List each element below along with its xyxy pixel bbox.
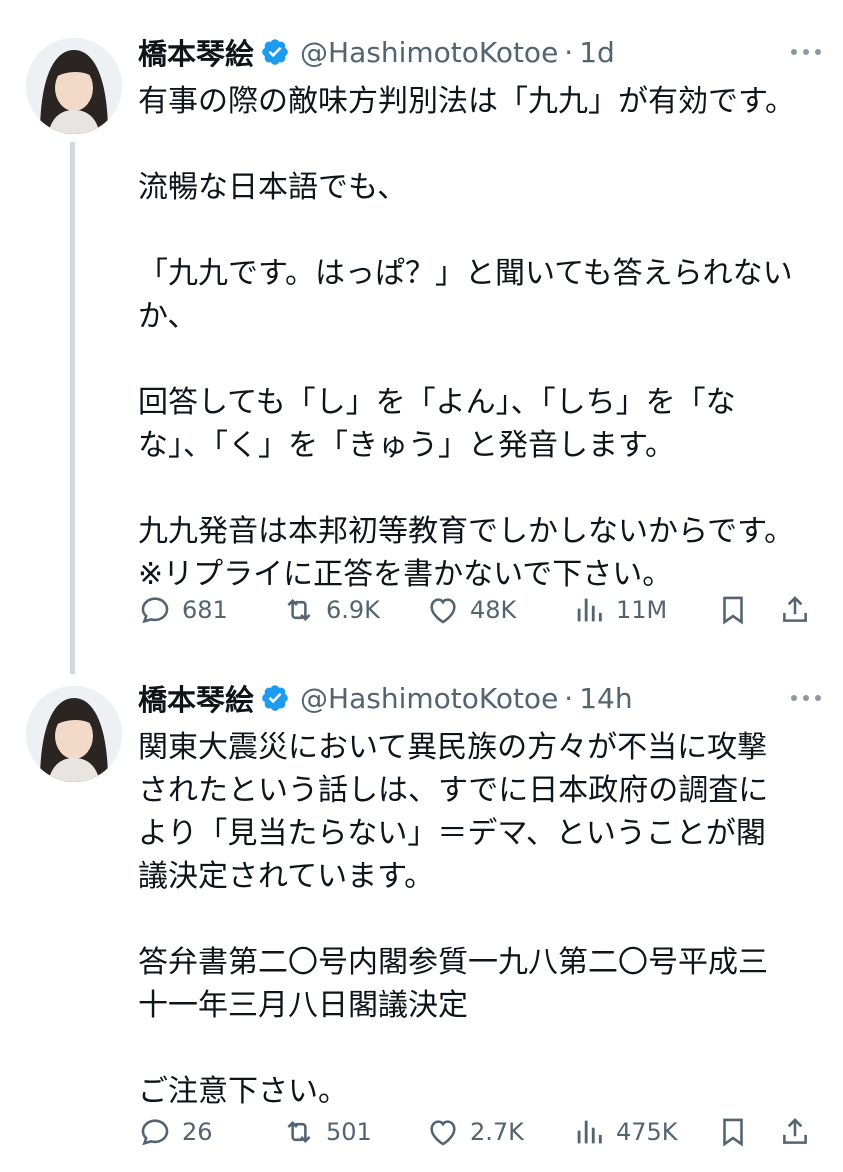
view-count: 475K <box>616 1118 678 1146</box>
reply-count: 26 <box>182 1118 213 1146</box>
action-bar: 26 501 2.7K 475K <box>138 1110 818 1154</box>
text-line: 「九九です。はっぱ？」と聞いても答えられない <box>138 256 793 291</box>
post-time[interactable]: 1d <box>579 36 615 69</box>
author-handle[interactable]: @HashimotoKotoe <box>300 682 558 715</box>
like-count: 2.7K <box>470 1118 524 1146</box>
avatar[interactable] <box>26 686 122 782</box>
tweet-header: 橋本琴絵 @HashimotoKotoe · 1d <box>138 32 615 72</box>
author-handle[interactable]: @HashimotoKotoe <box>300 36 558 69</box>
reply-icon <box>141 597 169 624</box>
tweet-text: 関東大震災において異民族の方々が不当に攻撃 されたという話しは、すでに日本政府の… <box>138 726 828 1113</box>
like-button[interactable]: 48K <box>426 588 516 632</box>
views-bar-chart-icon <box>577 1120 602 1144</box>
repost-button[interactable]: 6.9K <box>282 588 380 632</box>
bookmark-button[interactable] <box>716 588 750 632</box>
text-line: 回答しても「し」を「よん」、「しち」を「な <box>138 385 736 420</box>
text-line: されたという話しは、すでに日本政府の調査に <box>138 773 769 808</box>
post-time[interactable]: 14h <box>579 682 632 715</box>
text-line: 九九発音は本邦初等教育でしかしないからです。 <box>138 514 795 549</box>
repost-button[interactable]: 501 <box>282 1110 372 1154</box>
views-button[interactable]: 475K <box>572 1110 678 1154</box>
more-options-icon[interactable] <box>791 678 821 718</box>
text-line: な」、「く」を「きゅう」と発音します。 <box>138 428 675 463</box>
author-name[interactable]: 橋本琴絵 <box>138 677 254 719</box>
text-line: 議決定されています。 <box>138 859 435 894</box>
like-button[interactable]: 2.7K <box>426 1110 524 1154</box>
repost-count: 6.9K <box>326 596 380 624</box>
thread-connector-line <box>70 142 75 674</box>
reply-button[interactable]: 26 <box>138 1110 213 1154</box>
repost-icon <box>287 598 311 622</box>
repost-count: 501 <box>326 1118 372 1146</box>
text-line: ご注意下さい。 <box>138 1074 348 1109</box>
text-line: 十一年三月八日閣議決定 <box>138 988 468 1023</box>
text-line: 流暢な日本語でも、 <box>138 170 408 205</box>
reply-button[interactable]: 681 <box>138 588 228 632</box>
share-button[interactable] <box>778 588 812 632</box>
more-options-icon[interactable] <box>791 32 821 72</box>
share-icon <box>783 596 807 622</box>
view-count: 11M <box>616 596 668 624</box>
verified-badge-icon <box>262 39 288 65</box>
heart-icon <box>430 1120 456 1146</box>
avatar[interactable] <box>26 38 122 134</box>
bookmark-icon <box>723 596 743 625</box>
author-name[interactable]: 橋本琴絵 <box>138 31 254 73</box>
reply-count: 681 <box>182 596 228 624</box>
bookmark-button[interactable] <box>716 1110 750 1154</box>
text-line: 答弁書第二〇号内閣参質一九八第二〇号平成三 <box>138 945 768 980</box>
separator-dot: · <box>564 35 574 69</box>
text-line: 関東大震災において異民族の方々が不当に攻撃 <box>138 730 768 765</box>
share-button[interactable] <box>778 1110 812 1154</box>
tweet-header: 橋本琴絵 @HashimotoKotoe · 14h <box>138 678 633 718</box>
action-bar: 681 6.9K 48K 11M <box>138 588 818 632</box>
repost-icon <box>287 1120 311 1144</box>
bookmark-icon <box>723 1118 743 1147</box>
reply-icon <box>141 1119 169 1146</box>
separator-dot: · <box>564 681 574 715</box>
text-line: 有事の際の敵味方判別法は「九九」が有効です。 <box>138 84 795 119</box>
verified-badge-icon <box>262 685 288 711</box>
share-icon <box>783 1118 807 1144</box>
views-button[interactable]: 11M <box>572 588 667 632</box>
views-bar-chart-icon <box>577 598 602 622</box>
tweet-text: 有事の際の敵味方判別法は「九九」が有効です。 流暢な日本語でも、 「九九です。は… <box>138 80 828 596</box>
like-count: 48K <box>470 596 517 624</box>
text-line: か、 <box>138 299 198 334</box>
heart-icon <box>430 598 456 624</box>
text-line: より「見当たらない」＝デマ、ということが閣 <box>138 816 766 851</box>
